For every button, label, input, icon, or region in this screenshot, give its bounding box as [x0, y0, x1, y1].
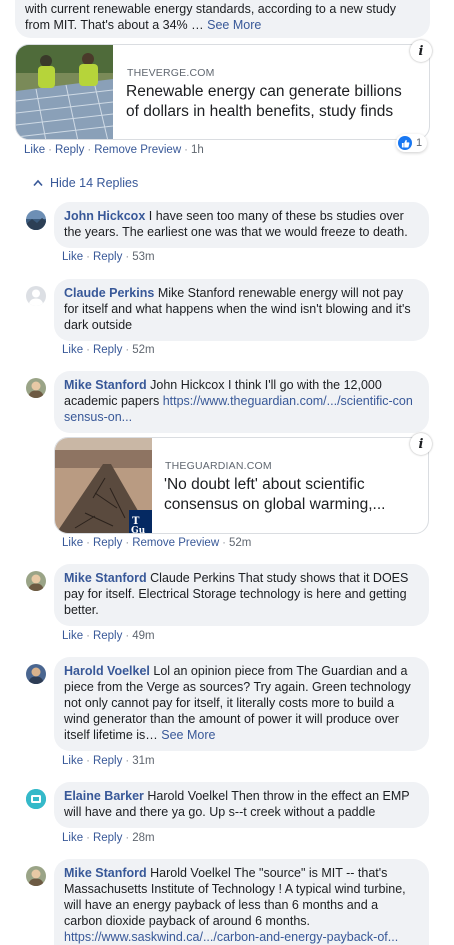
like-button[interactable]: Like	[62, 630, 83, 642]
top-post-see-more[interactable]: See More	[207, 18, 261, 32]
comment-actions: Like · Reply · Remove Preview · 52m	[62, 537, 252, 549]
comment-link[interactable]: https://www.saskwind.ca/.../carbon-and-e…	[64, 930, 398, 944]
top-post-bubble: with current renewable energy standards,…	[15, 0, 430, 38]
top-post-text-line1: with current renewable energy standards,…	[25, 2, 397, 16]
avatar[interactable]	[26, 571, 46, 591]
timestamp: 49m	[132, 630, 155, 642]
comment-actions: Like · Reply · 31m	[62, 755, 155, 767]
verge-link-card[interactable]: THEVERGE.COM Renewable energy can genera…	[15, 44, 430, 140]
comment-bubble: Claude Perkins Mike Stanford renewable e…	[54, 279, 429, 341]
svg-text:Gu: Gu	[131, 526, 146, 534]
top-post-ellipsis: …	[191, 18, 204, 32]
comment-author[interactable]: John Hickcox	[64, 209, 145, 223]
verge-card-domain: THEVERGE.COM	[127, 67, 215, 79]
chevron-up-icon	[33, 179, 43, 187]
like-button[interactable]: Like	[62, 755, 83, 767]
comment-bubble: John Hickcox I have seen too many of the…	[54, 202, 429, 248]
hide-replies-toggle[interactable]: Hide 14 Replies	[33, 176, 138, 190]
top-post-text-line2: from MIT. That's about a 34%	[25, 18, 188, 32]
top-post-actions: Like · Reply · Remove Preview · 1h	[24, 144, 204, 156]
thumbs-up-icon	[398, 136, 412, 150]
comment-bubble: Harold Voelkel Lol an opinion piece from…	[54, 657, 429, 751]
hide-replies-label: Hide 14 Replies	[50, 176, 139, 190]
like-button[interactable]: Like	[62, 832, 83, 844]
avatar[interactable]	[26, 378, 46, 398]
reply-button[interactable]: Reply	[93, 832, 122, 844]
like-button[interactable]: Like	[62, 344, 83, 356]
info-icon[interactable]: i	[410, 40, 432, 62]
guardian-card-title[interactable]: 'No doubt left' about scientific consens…	[164, 475, 414, 515]
comment-bubble: Mike Stanford Claude Perkins That study …	[54, 564, 429, 626]
timestamp: 1h	[190, 144, 204, 156]
like-button[interactable]: Like	[24, 144, 45, 156]
reply-button[interactable]: Reply	[93, 251, 122, 263]
reply-button[interactable]: Reply	[93, 344, 122, 356]
guardian-card-thumbnail: T Gu	[55, 438, 152, 534]
comment-author[interactable]: Mike Stanford	[64, 378, 147, 392]
timestamp: 53m	[132, 251, 155, 263]
reply-button[interactable]: Reply	[55, 144, 84, 156]
timestamp: 31m	[132, 755, 155, 767]
like-button[interactable]: Like	[62, 251, 83, 263]
see-more-link[interactable]: See More	[161, 728, 215, 742]
reply-button[interactable]: Reply	[93, 755, 122, 767]
verge-card-title[interactable]: Renewable energy can generate billions o…	[126, 82, 416, 122]
reply-button[interactable]: Reply	[93, 630, 122, 642]
verge-card-thumbnail	[16, 45, 113, 139]
avatar[interactable]	[26, 866, 46, 886]
remove-preview-button[interactable]: Remove Preview	[132, 537, 219, 549]
timestamp: 28m	[132, 832, 155, 844]
comment-actions: Like · Reply · 49m	[62, 630, 155, 642]
remove-preview-button[interactable]: Remove Preview	[94, 144, 181, 156]
reply-button[interactable]: Reply	[93, 537, 122, 549]
avatar[interactable]	[26, 664, 46, 684]
timestamp: 52m	[228, 537, 252, 549]
comment-actions: Like · Reply · 28m	[62, 832, 155, 844]
avatar[interactable]	[26, 210, 46, 230]
timestamp: 52m	[132, 344, 155, 356]
comment-author[interactable]: Harold Voelkel	[64, 664, 150, 678]
comment-author[interactable]: Elaine Barker	[64, 789, 144, 803]
guardian-link-card[interactable]: T Gu THEGUARDIAN.COM 'No doubt left' abo…	[54, 437, 429, 534]
guardian-card-domain: THEGUARDIAN.COM	[165, 460, 272, 472]
comment-author[interactable]: Mike Stanford	[64, 866, 147, 880]
comment-bubble: Mike Stanford Harold Voelkel The "source…	[54, 859, 429, 945]
reaction-badge[interactable]: 1	[396, 134, 428, 152]
comment-author[interactable]: Mike Stanford	[64, 571, 147, 585]
comment-author[interactable]: Claude Perkins	[64, 286, 154, 300]
comment-actions: Like · Reply · 53m	[62, 251, 155, 263]
comment-bubble: Elaine Barker Harold Voelkel Then throw …	[54, 782, 429, 828]
comment-actions: Like · Reply · 52m	[62, 344, 155, 356]
like-button[interactable]: Like	[62, 537, 83, 549]
reaction-count: 1	[416, 137, 423, 149]
comment-bubble: Mike Stanford John Hickcox I think I'll …	[54, 371, 429, 433]
info-icon[interactable]: i	[410, 433, 432, 455]
avatar[interactable]	[26, 789, 46, 809]
avatar-placeholder-icon[interactable]	[26, 286, 46, 306]
